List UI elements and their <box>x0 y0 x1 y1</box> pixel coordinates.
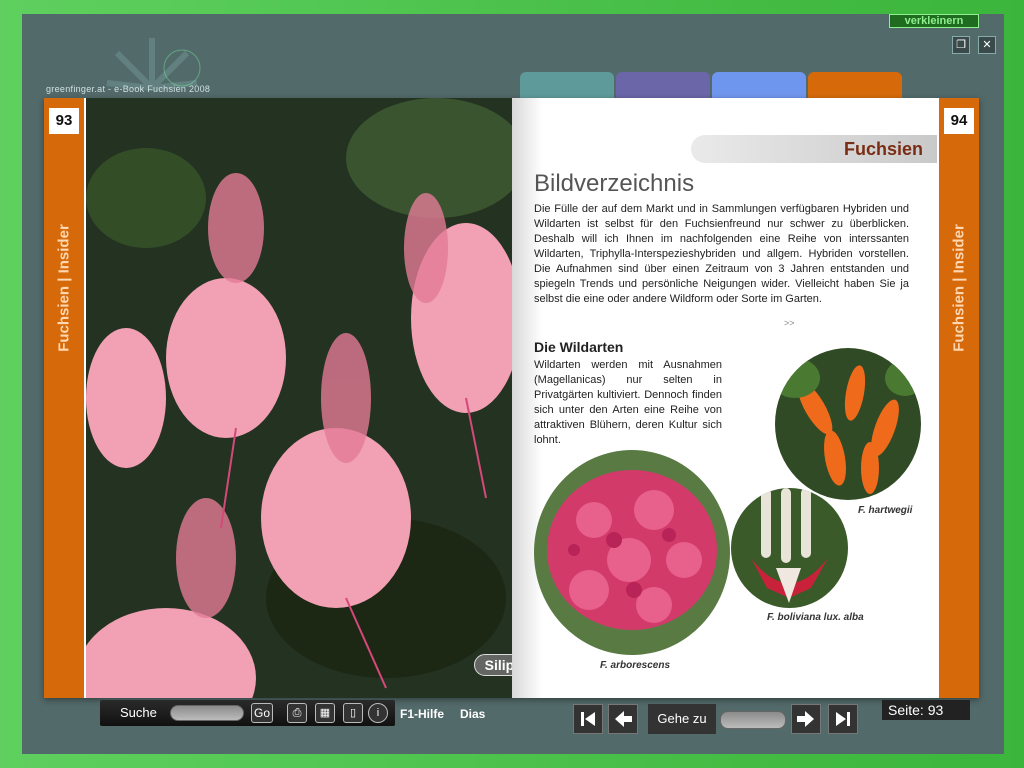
hartwegii-image <box>775 348 921 500</box>
brand-text: greenfinger.at - e-Book Fuchsien 2008 <box>46 84 211 94</box>
grid-icon[interactable]: ▦ <box>315 703 335 723</box>
caption-arborescens: F. arborescens <box>600 660 671 671</box>
info-icon[interactable]: i <box>368 703 388 723</box>
right-page-strip: 94 Fuchsien | Insider <box>939 98 979 698</box>
intro-text: Die Fülle der auf dem Markt und in Samml… <box>534 203 909 305</box>
go-button[interactable]: Go <box>251 703 273 723</box>
tab-blue[interactable] <box>712 72 806 99</box>
caption-boliviana: F. boliviana lux. alba <box>767 612 864 623</box>
slides-link[interactable]: Dias <box>460 707 485 721</box>
arborescens-photo[interactable] <box>534 450 730 655</box>
bottom-toolbar: Suche Go ⎙ ▦ ▯ i <box>100 700 395 726</box>
first-page-icon[interactable] <box>573 704 603 734</box>
search-input[interactable] <box>170 705 244 721</box>
page-title: Bildverzeichnis <box>534 170 695 197</box>
left-page-number: 93 <box>49 108 79 134</box>
arborescens-image <box>534 450 730 655</box>
fuchsia-photo[interactable]: Silipup <box>86 98 512 698</box>
boliviana-photo[interactable] <box>731 488 848 608</box>
tab-teal[interactable] <box>520 72 614 99</box>
shrink-button[interactable]: verkleinern <box>889 14 979 28</box>
restore-icon[interactable]: ❐ <box>952 36 970 54</box>
silipup-label[interactable]: Silipup <box>474 654 512 676</box>
right-strip-label: Fuchsien | Insider <box>950 224 968 352</box>
prev-page-icon[interactable] <box>608 704 638 734</box>
more-link[interactable]: >> <box>784 318 795 328</box>
print-icon[interactable]: ⎙ <box>287 703 307 723</box>
book-spread: 93 Fuchsien | Insider Silip 94 Fuchsien … <box>44 98 979 698</box>
tab-orange[interactable] <box>808 72 902 99</box>
decorative-flower-icon <box>106 38 201 91</box>
left-strip-label: Fuchsien | Insider <box>55 224 73 352</box>
section-text: Wildarten werden mit Ausnahmen (Magellan… <box>534 359 722 446</box>
last-page-icon[interactable] <box>828 704 858 734</box>
goto-button[interactable]: Gehe zu <box>648 704 716 734</box>
help-link[interactable]: F1-Hilfe <box>400 707 444 721</box>
fuchsia-photo-image <box>86 98 512 698</box>
goto-input[interactable] <box>720 711 786 729</box>
left-page-strip: 93 Fuchsien | Insider <box>44 98 84 698</box>
right-page-number: 94 <box>944 108 974 134</box>
chapter-header-bar: Fuchsien <box>691 135 937 163</box>
next-page-icon[interactable] <box>791 704 821 734</box>
boliviana-image <box>731 488 848 608</box>
page-icon[interactable]: ▯ <box>343 703 363 723</box>
page-indicator: Seite: 93 <box>882 700 970 720</box>
section-title: Die Wildarten <box>534 339 624 355</box>
search-label: Suche <box>120 705 157 720</box>
tab-purple[interactable] <box>616 72 710 99</box>
close-icon[interactable]: ✕ <box>978 36 996 54</box>
caption-hartwegii: F. hartwegii <box>858 505 913 516</box>
hartwegii-photo[interactable] <box>775 348 921 500</box>
chapter-header: Fuchsien <box>843 139 923 159</box>
